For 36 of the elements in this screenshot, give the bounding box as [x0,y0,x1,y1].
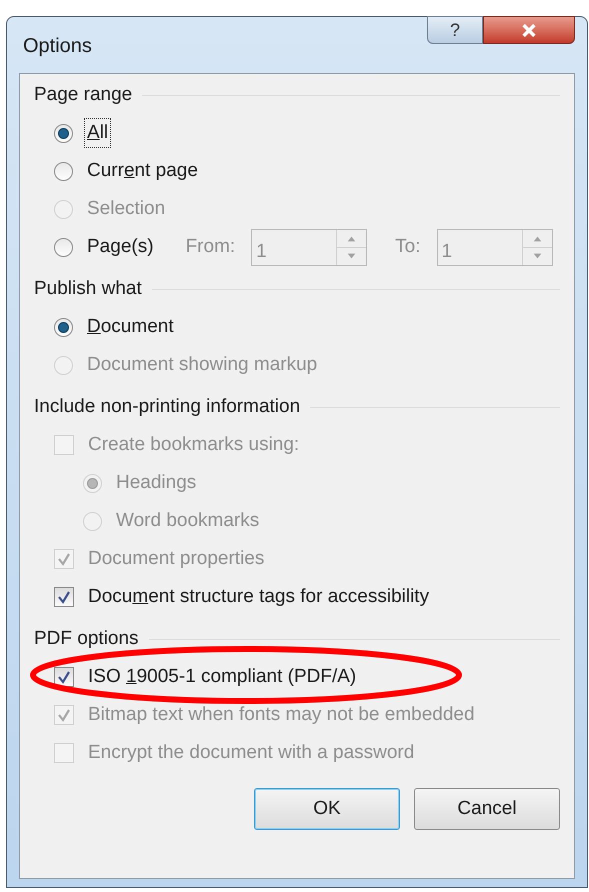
option-label: Page(s) [86,234,155,259]
section-heading: Page range [34,82,132,107]
radio-button[interactable] [54,238,73,256]
radio-button[interactable] [54,318,73,336]
dialog-button[interactable]: OK [254,788,400,830]
help-button[interactable]: ? [427,16,483,44]
close-button[interactable] [483,16,575,44]
option-label: Current page [86,158,199,183]
option-label: Encrypt the document with a password [87,740,416,765]
option-label: Selection [86,196,166,221]
option-label: Document showing markup [86,352,318,377]
dialog-button[interactable]: Cancel [414,788,560,830]
spin-arrows-icon [522,230,552,264]
option-label: Bitmap text when fonts may not be embedded [87,702,476,727]
option-label: Document structure tags for accessibility [87,584,430,609]
option-label: Document properties [87,546,266,571]
radio-button[interactable] [54,162,73,180]
close-icon [520,22,538,38]
option-label: ISO 19005-1 compliant (PDF/A) [87,664,358,689]
section-heading: Include non-printing information [34,394,300,419]
section-heading: Publish what [34,276,142,301]
option-label: Create bookmarks using: [87,432,300,457]
checkbox[interactable] [54,587,74,607]
option-label: Word bookmarks [115,508,260,533]
window-title: Options [23,34,92,59]
section-heading: PDF options [34,626,139,651]
field-value: 1 [255,240,268,264]
radio-button[interactable] [54,124,73,142]
option-label: Document [86,314,175,339]
field-label: To: [395,234,421,259]
field-label: From: [186,234,236,259]
spin-arrows-icon [336,230,366,264]
option-label: All [85,118,110,148]
option-label: Headings [115,470,198,495]
checkbox[interactable] [54,667,74,687]
field-value: 1 [440,240,454,264]
